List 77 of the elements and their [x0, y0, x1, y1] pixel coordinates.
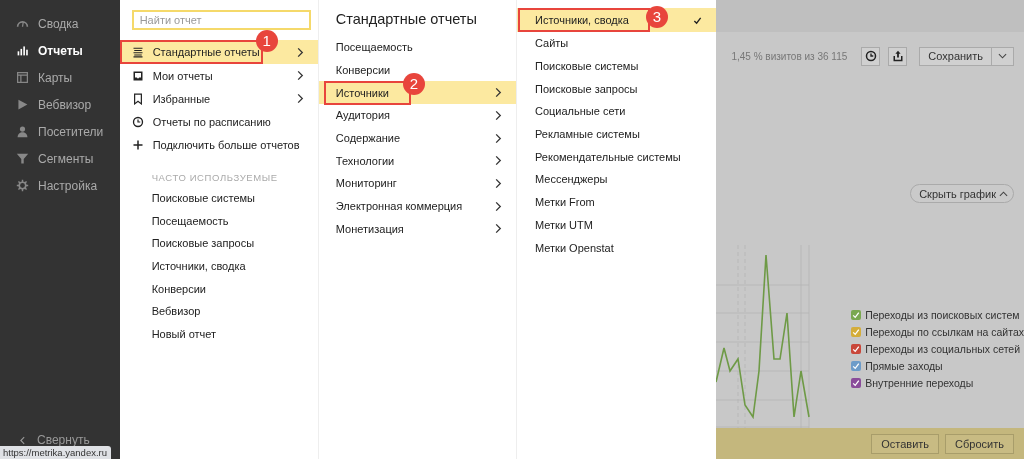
menu-item[interactable]: Рекомендательные системы [517, 145, 717, 169]
clock-icon [131, 115, 144, 128]
menu-item[interactable]: Подключить больше отчетов [119, 133, 318, 156]
menu-item[interactable]: Электронная коммерция [318, 194, 516, 218]
menu-link[interactable]: Поисковые запросы [119, 232, 318, 256]
menu-item[interactable]: Монетизация [318, 217, 516, 241]
caret-up-icon [999, 190, 1008, 197]
menu-item[interactable]: Содержание [318, 126, 516, 150]
menu-item[interactable]: Метки Openstat [517, 236, 717, 259]
hide-chart-button[interactable]: Скрыть график [910, 184, 1014, 203]
menu-link[interactable]: Конверсии [119, 277, 318, 301]
schedule-button[interactable] [861, 46, 881, 66]
menu-item[interactable]: Посещаемость [318, 36, 516, 59]
menu-item[interactable]: Избранные [119, 87, 318, 110]
chevron-left-icon [20, 435, 25, 445]
menu-link[interactable]: Вебвизор [119, 300, 318, 324]
gear-icon [16, 179, 29, 192]
legend-checkbox[interactable] [851, 378, 862, 388]
legend-label: Переходы из поисковых систем [865, 309, 1020, 321]
menu-item[interactable]: Рекламные системы [517, 122, 717, 146]
menu-item[interactable]: Аудитория [318, 104, 516, 127]
menu-item[interactable]: Мои отчеты [119, 64, 318, 87]
plus-icon [131, 138, 144, 151]
menu-item[interactable]: Мессенджеры [517, 168, 717, 191]
sidebar-item[interactable]: Сегменты [0, 145, 120, 172]
search-field[interactable]: Найти отчет [131, 10, 311, 30]
person-icon [16, 125, 29, 138]
bar-chart-icon [16, 44, 29, 57]
legend-checkbox[interactable] [851, 327, 862, 337]
menu-link[interactable]: Поисковые системы [119, 187, 318, 210]
menu-item[interactable]: Сайты [517, 32, 717, 55]
legend-label: Переходы из социальных сетей [865, 343, 1021, 355]
export-button[interactable] [888, 46, 908, 66]
sidebar-item[interactable]: Настройка [0, 172, 120, 199]
inbox-icon [131, 69, 144, 82]
layout-icon [16, 71, 29, 84]
sidebar-item[interactable]: Сводка [0, 10, 120, 37]
step-badge: 1 [255, 30, 278, 52]
menu-item[interactable]: Метки From [517, 190, 717, 214]
action-button[interactable]: Сбросить [945, 433, 1014, 454]
menu-item[interactable]: Социальные сети [517, 100, 717, 123]
legend-checkbox[interactable] [851, 310, 862, 320]
legend-label: Переходы по ссылкам на сайтах [865, 326, 1024, 338]
legend-label: Внутренние переходы [865, 377, 974, 389]
filter-icon [16, 152, 29, 165]
upload-icon [891, 50, 904, 62]
status-url: https://metrika.yandex.ru [0, 446, 112, 459]
action-button[interactable]: Оставить [871, 433, 940, 454]
menu-link[interactable]: Источники, сводка [119, 255, 318, 278]
caret-icon [998, 53, 1007, 59]
legend-checkbox[interactable] [851, 361, 862, 371]
collapse-button[interactable]: Свернуть [0, 433, 120, 447]
sidebar-item[interactable]: Отчеты [0, 37, 120, 64]
step-badge: 3 [646, 6, 668, 28]
bookmark-icon [131, 92, 144, 105]
menu-link[interactable]: Посещаемость [119, 209, 318, 233]
legend-label: Прямые заходы [865, 360, 943, 372]
visits-summary: 1,45 % визитов из 36 115 [731, 50, 848, 62]
menu-item[interactable]: Поисковые запросы [517, 77, 717, 101]
menu-item[interactable]: Отчеты по расписанию [119, 110, 318, 133]
menu-item[interactable]: Технологии [318, 149, 516, 173]
menu-item[interactable]: Мониторинг [318, 172, 516, 195]
menu-item[interactable]: Поисковые системы [517, 54, 717, 78]
menu-link[interactable]: Новый отчет [119, 323, 318, 346]
step-badge: 2 [402, 73, 425, 96]
play-icon [16, 98, 29, 111]
list-icon [131, 46, 144, 58]
sidebar-item[interactable]: Карты [0, 64, 120, 91]
panel-title: Стандартные отчеты [334, 11, 478, 29]
clock-icon [864, 50, 877, 62]
sidebar-item[interactable]: Вебвизор [0, 91, 120, 118]
legend-checkbox[interactable] [851, 344, 862, 354]
check-icon [693, 15, 703, 25]
section-heading: ЧАСТО ИСПОЛЬЗУЕМЫЕ [151, 172, 279, 183]
save-button[interactable]: Сохранить [919, 46, 992, 66]
menu-item[interactable]: Метки UTM [517, 213, 717, 237]
sidebar-item[interactable]: Посетители [0, 118, 120, 145]
